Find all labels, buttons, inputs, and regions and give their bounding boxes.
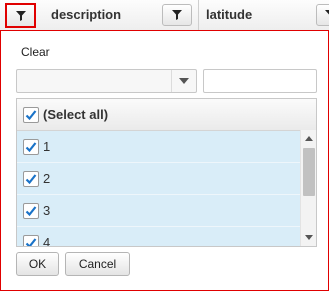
filter-popup: Clear (Select all) 1 2 3 4 OK Cancel — [0, 30, 329, 291]
item-label: 3 — [43, 203, 51, 218]
filter-funnel-icon — [172, 10, 182, 20]
column-header-description[interactable]: description — [51, 7, 121, 22]
scroll-down-arrow-icon[interactable] — [305, 235, 313, 240]
list-item[interactable]: 4 — [17, 227, 300, 247]
list-item[interactable]: 3 — [17, 195, 300, 227]
cancel-button[interactable]: Cancel — [65, 252, 130, 276]
item-checkbox[interactable] — [23, 235, 39, 246]
item-label: 1 — [43, 139, 51, 154]
list-item[interactable]: 2 — [17, 163, 300, 195]
item-checkbox[interactable] — [23, 203, 39, 219]
chevron-down-icon — [179, 78, 189, 84]
select-all-checkbox[interactable] — [23, 107, 39, 123]
list-scrollbar[interactable] — [300, 130, 316, 246]
dropdown-arrow-button[interactable] — [171, 70, 196, 92]
column-header-latitude[interactable]: latitude — [206, 7, 252, 22]
scroll-up-arrow-icon[interactable] — [305, 136, 313, 141]
list-item[interactable]: 1 — [17, 131, 300, 163]
description-filter-button[interactable] — [5, 3, 36, 28]
filter-funnel-icon — [324, 10, 329, 20]
checkmark-icon — [25, 142, 37, 153]
select-all-label: (Select all) — [43, 107, 109, 122]
checkmark-icon — [25, 238, 37, 246]
filter-funnel-icon — [15, 10, 26, 21]
latitude-filter-button[interactable] — [162, 4, 192, 26]
scroll-thumb[interactable] — [303, 148, 315, 196]
item-checkbox[interactable] — [23, 171, 39, 187]
ok-button[interactable]: OK — [16, 252, 59, 276]
checkmark-icon — [25, 174, 37, 185]
grid-header-row: description latitude — [0, 0, 329, 31]
filter-value-input[interactable] — [203, 69, 317, 93]
filter-values-list: (Select all) 1 2 3 4 — [16, 98, 317, 247]
clear-filter-link[interactable]: Clear — [21, 45, 50, 59]
item-label: 2 — [43, 171, 51, 186]
select-all-row[interactable]: (Select all) — [17, 99, 316, 131]
checkmark-icon — [25, 206, 37, 217]
column-separator — [198, 0, 199, 30]
item-label: 4 — [43, 235, 51, 247]
next-column-filter-button[interactable] — [316, 4, 329, 26]
item-checkbox[interactable] — [23, 139, 39, 155]
filter-operator-select[interactable] — [16, 69, 197, 93]
checkmark-icon — [25, 110, 37, 121]
